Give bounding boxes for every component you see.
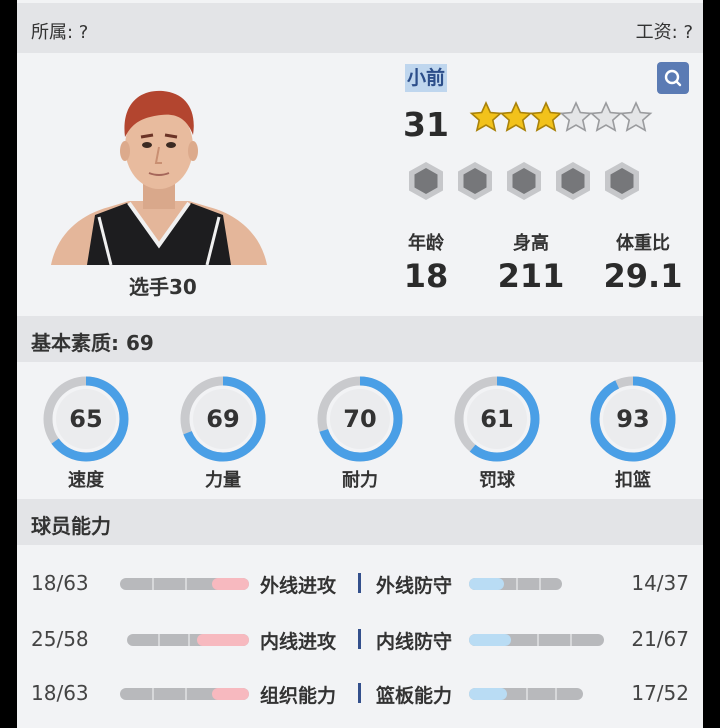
right-ability-label: 内线防守 — [376, 631, 453, 653]
team-label: 所属: ? — [31, 22, 89, 43]
ability-row: 18/63 组织能力 篮板能力 17/52 — [17, 679, 703, 709]
age-stat: 年龄 18 — [401, 229, 451, 295]
basic-quality-header: 基本素质: 69 — [17, 316, 703, 362]
defense-bar — [469, 634, 604, 646]
star-icon — [619, 101, 653, 132]
left-ability-value: 25/58 — [31, 627, 89, 651]
weight-ratio-stat: 体重比 29.1 — [603, 229, 683, 295]
attribute-label: 罚球 — [479, 470, 515, 491]
player-name: 选手30 — [129, 275, 197, 299]
star-rating — [469, 101, 653, 135]
info-bar: 所属: ? 工资: ? — [17, 3, 703, 53]
bar-fill — [211, 578, 249, 590]
star-icon — [559, 101, 593, 132]
right-ability-value: 17/52 — [631, 681, 689, 705]
attack-bar — [120, 688, 249, 700]
defense-bar — [469, 578, 562, 590]
skill-badges — [407, 161, 641, 201]
bar-fill — [469, 688, 507, 700]
attribute-ring: 70 耐力 — [315, 374, 405, 492]
star-icon — [589, 101, 623, 132]
bar-fill — [196, 634, 249, 646]
age-value: 18 — [403, 257, 449, 295]
attribute-ring: 65 速度 — [41, 374, 131, 492]
ability-list: 18/63 外线进攻 外线防守 14/37 25/58 内线进攻 内线防守 21/67 18/6… — [17, 545, 703, 728]
star-icon — [469, 101, 503, 132]
divider — [358, 629, 361, 649]
height-stat: 身高 211 — [495, 229, 567, 295]
attribute-value: 61 — [480, 405, 514, 433]
divider — [358, 683, 361, 703]
bar-fill — [469, 634, 511, 646]
attribute-value: 93 — [616, 405, 650, 433]
hexagon-badge-icon — [507, 162, 541, 200]
right-ability-label: 篮板能力 — [376, 685, 453, 707]
attribute-rings: 65 速度 69 力量 70 耐力 61 罚球 93 扣篮 — [17, 362, 703, 498]
attribute-ring: 61 罚球 — [452, 374, 542, 492]
position-tag: 小前 — [405, 64, 448, 92]
bar-fill — [469, 578, 505, 590]
left-ability-label: 外线进攻 — [260, 575, 337, 597]
profile-panel: 选手30 小前 31 年龄 18 身高 211 体重比 29.1 — [17, 53, 703, 316]
height-label: 身高 — [513, 233, 549, 254]
left-ability-value: 18/63 — [31, 571, 89, 595]
hexagon-badge-icon — [458, 162, 492, 200]
search-icon — [664, 69, 682, 87]
attribute-label: 扣篮 — [615, 470, 651, 491]
height-value: 211 — [497, 257, 565, 295]
basic-quality-title: 基本素质: 69 — [31, 331, 154, 355]
star-icon — [529, 101, 563, 132]
left-ability-label: 组织能力 — [260, 685, 337, 707]
divider — [358, 573, 361, 593]
bar-fill — [211, 688, 249, 700]
attribute-label: 耐力 — [342, 470, 378, 491]
star-icon — [499, 101, 533, 132]
search-button[interactable] — [657, 62, 689, 94]
salary-label: 工资: ? — [635, 22, 693, 43]
ability-row: 25/58 内线进攻 内线防守 21/67 — [17, 625, 703, 655]
hexagon-badge-icon — [409, 162, 443, 200]
attack-bar — [120, 578, 249, 590]
left-ability-label: 内线进攻 — [260, 631, 337, 653]
right-ability-value: 21/67 — [631, 627, 689, 651]
attribute-label: 速度 — [68, 470, 104, 491]
attribute-value: 69 — [206, 405, 240, 433]
player-card: 所属: ? 工资: ? 选手30 小前 31 年龄 18 身高 211 体重比 … — [17, 0, 703, 728]
defense-bar — [469, 688, 583, 700]
attribute-value: 65 — [69, 405, 103, 433]
right-ability-value: 14/37 — [631, 571, 689, 595]
player-rating: 31 — [403, 105, 449, 144]
weight-ratio-label: 体重比 — [616, 233, 670, 254]
ability-title: 球员能力 — [31, 514, 111, 538]
left-ability-value: 18/63 — [31, 681, 89, 705]
right-ability-label: 外线防守 — [376, 575, 453, 597]
ability-header: 球员能力 — [17, 499, 703, 545]
player-portrait — [49, 75, 269, 266]
attribute-value: 70 — [343, 405, 377, 433]
attribute-ring: 69 力量 — [178, 374, 268, 492]
weight-ratio-value: 29.1 — [603, 257, 683, 295]
hexagon-badge-icon — [556, 162, 590, 200]
attribute-ring: 93 扣篮 — [588, 374, 678, 492]
ability-row: 18/63 外线进攻 外线防守 14/37 — [17, 569, 703, 599]
age-label: 年龄 — [408, 233, 444, 254]
attribute-label: 力量 — [205, 470, 241, 491]
hexagon-badge-icon — [605, 162, 639, 200]
attack-bar — [127, 634, 249, 646]
